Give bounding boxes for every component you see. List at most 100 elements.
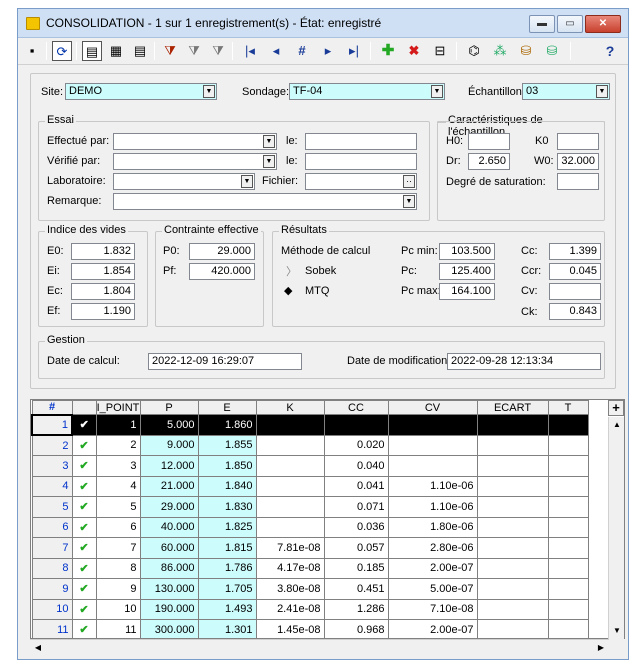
cell-k[interactable]	[255, 496, 325, 518]
next-record-icon[interactable]: ▸	[318, 41, 338, 61]
cell-cv[interactable]: 1.10e-06	[387, 475, 478, 497]
table-row[interactable]: 3 ✔ 3 12.000 1.850 0.040	[31, 455, 589, 477]
table-row[interactable]: 11 ✔ 11 300.000 1.301 1.45e-08 0.968 2.00e-07	[31, 619, 589, 638]
cell-ecart[interactable]	[476, 619, 549, 638]
table-view-icon[interactable]: ▦	[106, 41, 126, 61]
row-number[interactable]: 10	[31, 598, 73, 620]
help-icon[interactable]: ?	[600, 41, 620, 61]
checkmark-icon[interactable]: ✔	[71, 434, 97, 456]
cell-e[interactable]: 1.301	[197, 619, 257, 638]
col-header-ecart[interactable]: ECART	[476, 400, 549, 415]
row-number[interactable]: 9	[31, 578, 73, 600]
export-icon[interactable]: ⌬	[464, 41, 484, 61]
cell-ipoint[interactable]: 5	[95, 496, 141, 518]
horizontal-scrollbar[interactable]: ◀ ▶	[30, 639, 609, 656]
cell-cc[interactable]	[323, 414, 389, 436]
cell-cv[interactable]: 2.00e-07	[387, 557, 478, 579]
cell-k[interactable]	[255, 434, 325, 456]
cell-ecart[interactable]	[476, 537, 549, 559]
previous-record-icon[interactable]: ◂	[266, 41, 286, 61]
close-button[interactable]: ✕	[585, 15, 621, 33]
cell-ipoint[interactable]: 2	[95, 434, 141, 456]
cell-k[interactable]	[255, 455, 325, 477]
database-icon[interactable]: ⛁	[542, 41, 562, 61]
first-record-icon[interactable]: |◂	[240, 41, 260, 61]
cv-field[interactable]	[549, 283, 601, 300]
p0-field[interactable]: 29.000	[189, 243, 255, 260]
cell-cc[interactable]: 0.041	[323, 475, 389, 497]
scroll-right-icon[interactable]: ▶	[593, 640, 609, 656]
cell-t[interactable]	[547, 598, 589, 620]
row-number[interactable]: 2	[31, 434, 73, 456]
ei-field[interactable]: 1.854	[71, 263, 135, 280]
cell-cc[interactable]: 0.036	[323, 516, 389, 538]
pcmax-field[interactable]: 164.100	[439, 283, 495, 300]
form-view-icon[interactable]: ▤	[82, 41, 102, 61]
e0-field[interactable]: 1.832	[71, 243, 135, 260]
cell-t[interactable]	[547, 516, 589, 538]
cell-k[interactable]: 4.17e-08	[255, 557, 325, 579]
list-view-icon[interactable]: ▤	[130, 41, 150, 61]
table-row[interactable]: 2 ✔ 2 9.000 1.855 0.020	[31, 434, 589, 456]
row-number[interactable]: 3	[31, 455, 73, 477]
checkmark-icon[interactable]: ✔	[71, 598, 97, 620]
cell-p[interactable]: 21.000	[139, 475, 199, 497]
fichier-field[interactable]: ··	[305, 173, 417, 190]
cell-p[interactable]: 190.000	[139, 598, 199, 620]
cell-e[interactable]: 1.705	[197, 578, 257, 600]
cell-ipoint[interactable]: 11	[95, 619, 141, 638]
row-number[interactable]: 11	[31, 619, 73, 638]
row-number[interactable]: 5	[31, 496, 73, 518]
cell-ecart[interactable]	[476, 557, 549, 579]
ck-field[interactable]: 0.843	[549, 303, 601, 320]
col-header-check[interactable]	[71, 400, 97, 415]
cell-cc[interactable]: 0.020	[323, 434, 389, 456]
cell-ipoint[interactable]: 10	[95, 598, 141, 620]
chevron-down-icon[interactable]: ▼	[263, 135, 275, 148]
cell-cc[interactable]: 0.185	[323, 557, 389, 579]
cell-k[interactable]: 7.81e-08	[255, 537, 325, 559]
table-row[interactable]: 6 ✔ 6 40.000 1.825 0.036 1.80e-06	[31, 516, 589, 538]
row-number[interactable]: 4	[31, 475, 73, 497]
chevron-down-icon[interactable]: ▼	[431, 85, 443, 98]
checkmark-icon[interactable]: ✔	[71, 578, 97, 600]
row-number[interactable]: 7	[31, 537, 73, 559]
date-modif-field[interactable]: 2022-09-28 12:13:34	[447, 353, 601, 370]
cell-ecart[interactable]	[476, 414, 549, 436]
h0-field[interactable]	[468, 133, 510, 150]
pcmin-field[interactable]: 103.500	[439, 243, 495, 260]
cell-cc[interactable]: 0.968	[323, 619, 389, 638]
cell-cv[interactable]: 2.80e-06	[387, 537, 478, 559]
pf-field[interactable]: 420.000	[189, 263, 255, 280]
degre-field[interactable]	[557, 173, 599, 190]
ccr-field[interactable]: 0.045	[549, 263, 601, 280]
table-row[interactable]: 4 ✔ 4 21.000 1.840 0.041 1.10e-06	[31, 475, 589, 497]
goto-record-icon[interactable]: #	[292, 41, 312, 61]
cell-ipoint[interactable]: 6	[95, 516, 141, 538]
minimize-button[interactable]: ▬	[529, 15, 555, 33]
col-header-cv[interactable]: CV	[387, 400, 478, 415]
col-header-number[interactable]: #	[31, 400, 73, 415]
cell-t[interactable]	[547, 414, 589, 436]
scroll-up-icon[interactable]: ▲	[609, 417, 625, 433]
cell-p[interactable]: 60.000	[139, 537, 199, 559]
scroll-left-icon[interactable]: ◀	[30, 640, 46, 656]
refresh-icon[interactable]: ⟳	[52, 41, 72, 61]
cell-cv[interactable]: 5.00e-07	[387, 578, 478, 600]
ec-field[interactable]: 1.804	[71, 283, 135, 300]
vertical-scrollbar[interactable]: ▲ ▼	[608, 417, 624, 639]
cell-t[interactable]	[547, 537, 589, 559]
col-header-k[interactable]: K	[255, 400, 325, 415]
filter-remove-icon[interactable]: ⧩	[208, 41, 228, 61]
cell-p[interactable]: 40.000	[139, 516, 199, 538]
cell-p[interactable]: 86.000	[139, 557, 199, 579]
scroll-down-icon[interactable]: ▼	[609, 623, 625, 639]
checkmark-icon[interactable]: ✔	[71, 475, 97, 497]
last-record-icon[interactable]: ▸|	[344, 41, 364, 61]
cell-e[interactable]: 1.855	[197, 434, 257, 456]
cell-ecart[interactable]	[476, 434, 549, 456]
save-icon[interactable]: ▪	[22, 41, 42, 61]
cell-t[interactable]	[547, 434, 589, 456]
cell-ecart[interactable]	[476, 455, 549, 477]
cell-cc[interactable]: 0.451	[323, 578, 389, 600]
